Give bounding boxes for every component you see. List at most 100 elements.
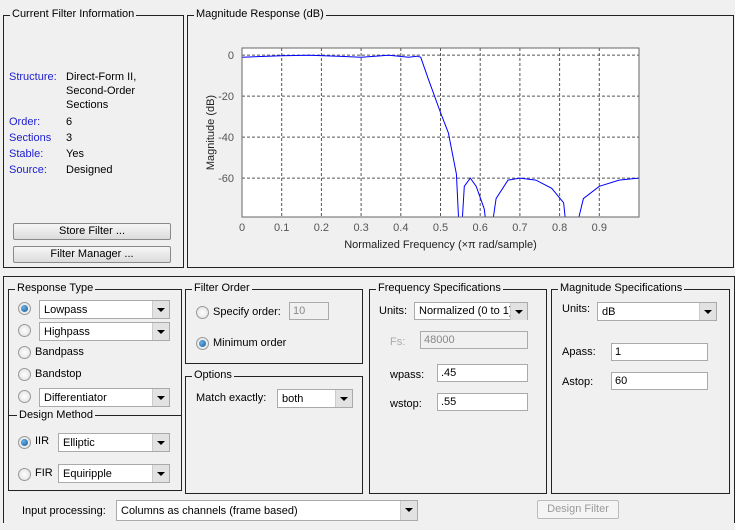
dropdown-value: both [282, 393, 304, 405]
fir-radio[interactable] [18, 468, 31, 481]
dropdown-value: Columns as channels (frame based) [121, 505, 298, 517]
x-tick-label: 0.1 [274, 222, 289, 234]
fir-label: FIR [35, 467, 53, 479]
sections-label: Sections [9, 132, 52, 144]
wstop-label: wstop: [390, 398, 422, 410]
lowpass-dropdown[interactable]: Lowpass [39, 300, 170, 319]
highpass-radio[interactable] [18, 324, 31, 337]
stable-value: Yes [66, 148, 84, 160]
specify-order-input[interactable]: 10 [289, 302, 329, 320]
design-filter-button[interactable]: Design Filter [537, 500, 619, 519]
dropdown-value: Differentiator [44, 392, 107, 404]
chevron-down-icon [152, 301, 169, 318]
wpass-label: wpass: [390, 369, 425, 381]
dropdown-value: Normalized (0 to 1) [419, 305, 513, 317]
panel-title: Magnitude Response (dB) [194, 8, 326, 20]
freq-units-dropdown[interactable]: Normalized (0 to 1) [414, 302, 528, 320]
panel-title: Current Filter Information [10, 8, 137, 20]
fs-input[interactable]: 48000 [420, 331, 528, 349]
iir-radio[interactable] [18, 436, 31, 449]
minimum-order-label: Minimum order [213, 337, 287, 349]
input-processing-dropdown[interactable]: Columns as channels (frame based) [116, 500, 418, 521]
structure-value-line2: Second-Order [66, 85, 136, 97]
x-tick-label: 0.8 [552, 222, 567, 234]
group-title: Response Type [15, 282, 96, 294]
y-axis-label: Magnitude (dB) [205, 95, 217, 170]
x-tick-label: 0.5 [433, 222, 448, 234]
chevron-down-icon [152, 323, 169, 340]
x-axis-label: Normalized Frequency (×π rad/sample) [344, 239, 537, 251]
fir-method-dropdown[interactable]: Equiripple [58, 464, 170, 483]
mag-units-dropdown[interactable]: dB [597, 302, 717, 321]
filter-manager-button[interactable]: Filter Manager ... [13, 246, 171, 263]
bandstop-radio[interactable] [18, 368, 31, 381]
y-tick-label: -60 [218, 173, 234, 185]
y-tick-label: -40 [218, 132, 234, 144]
y-tick-label: 0 [228, 50, 234, 62]
dropdown-value: Elliptic [63, 437, 95, 449]
options-group: Options Match exactly: both [185, 369, 363, 494]
structure-value-line3: Sections [66, 99, 109, 111]
chevron-down-icon [699, 303, 716, 320]
current-filter-info-panel: Current Filter Information Structure: Di… [3, 8, 184, 268]
x-tick-label: 0 [239, 222, 245, 234]
x-tick-label: 0.7 [512, 222, 527, 234]
x-tick-label: 0.6 [473, 222, 488, 234]
chevron-down-icon [152, 465, 169, 482]
dropdown-value: Lowpass [44, 304, 88, 316]
chevron-down-icon [400, 501, 417, 520]
source-label: Source: [9, 164, 47, 176]
iir-method-dropdown[interactable]: Elliptic [58, 433, 170, 452]
freq-units-label: Units: [379, 305, 408, 317]
bandpass-radio[interactable] [18, 346, 31, 359]
specify-order-radio[interactable] [196, 306, 209, 319]
bandpass-label[interactable]: Bandpass [35, 346, 84, 358]
group-title: Options [192, 369, 234, 381]
group-title: Magnitude Specifications [558, 282, 685, 294]
filter-order-group: Filter Order Specify order: 10 Minimum o… [185, 282, 363, 364]
differentiator-radio[interactable] [18, 390, 31, 403]
wstop-input[interactable]: .55 [437, 393, 528, 411]
structure-value-line1: Direct-Form II, [66, 71, 137, 83]
response-type-group: Response Type Lowpass Highpass Bandpass … [8, 282, 182, 491]
minimum-order-radio[interactable] [196, 337, 209, 350]
astop-label: Astop: [562, 376, 594, 388]
apass-input[interactable]: 1 [611, 343, 708, 361]
group-title: Filter Order [192, 282, 252, 294]
magnitude-response-chart: 0 0.1 0.2 0.3 0.4 0.5 0.6 0.7 0.8 0.9 0 -20 -40 -60 No… [205, 47, 640, 251]
fs-label: Fs: [390, 336, 406, 348]
source-value: Designed [66, 164, 113, 176]
x-tick-label: 0.3 [353, 222, 368, 234]
bandstop-label[interactable]: Bandstop [35, 368, 81, 380]
chevron-down-icon [510, 303, 527, 320]
match-exactly-dropdown[interactable]: both [277, 389, 353, 408]
structure-label: Structure: [9, 71, 57, 83]
astop-input[interactable]: 60 [611, 372, 708, 390]
magnitude-specifications-group: Magnitude Specifications Units: dB Apass… [551, 282, 730, 494]
x-tick-label: 0.4 [393, 222, 408, 234]
chevron-down-icon [152, 434, 169, 451]
chevron-down-icon [152, 389, 169, 406]
frequency-specifications-group: Frequency Specifications Units: Normaliz… [369, 282, 547, 494]
highpass-dropdown[interactable]: Highpass [39, 322, 170, 341]
chevron-down-icon [335, 390, 352, 407]
group-title: Frequency Specifications [376, 282, 503, 294]
design-method-title: Design Method [17, 409, 95, 421]
mag-units-label: Units: [562, 303, 591, 315]
lowpass-radio[interactable] [18, 302, 31, 315]
iir-label: IIR [35, 435, 50, 447]
dropdown-value: Equiripple [63, 468, 112, 480]
dropdown-value: dB [602, 306, 616, 318]
apass-label: Apass: [562, 346, 596, 358]
order-value: 6 [66, 116, 73, 128]
store-filter-button[interactable]: Store Filter ... [13, 223, 171, 240]
match-exactly-label: Match exactly: [196, 392, 267, 404]
dropdown-value: Highpass [44, 326, 90, 338]
x-tick-label: 0.2 [314, 222, 329, 234]
wpass-input[interactable]: .45 [437, 364, 528, 382]
differentiator-dropdown[interactable]: Differentiator [39, 388, 170, 407]
input-processing-label: Input processing: [22, 505, 106, 517]
specify-order-label: Specify order: [213, 306, 281, 318]
x-tick-label: 0.9 [592, 222, 607, 234]
y-tick-label: -20 [218, 91, 234, 103]
